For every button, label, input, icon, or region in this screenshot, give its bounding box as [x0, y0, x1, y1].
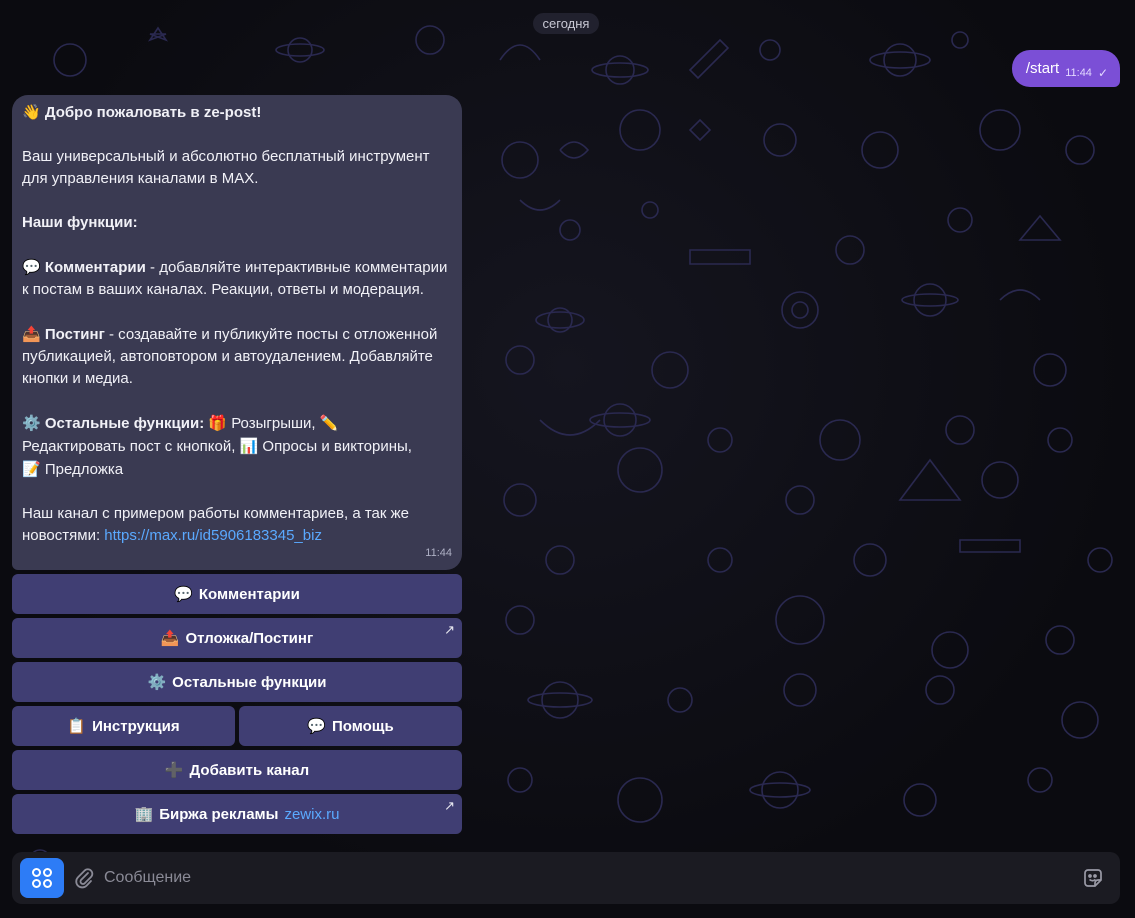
keyboard-button-ad-exchange[interactable]: 🏢 Биржа рекламы zewix.ru ↗	[12, 794, 462, 834]
channel-info: Наш канал с примером работы комментариев…	[22, 503, 452, 547]
apps-button[interactable]	[20, 858, 64, 898]
keyboard-button-label: Отложка/Постинг	[185, 629, 314, 647]
incoming-message[interactable]: 👋 Добро пожаловать в ze-post! Ваш универ…	[12, 95, 462, 570]
keyboard-button-instruction[interactable]: 📋 Инструкция	[12, 706, 235, 746]
outbox-tray-icon: 📤	[22, 325, 41, 343]
keyboard-button-label: Добавить канал	[189, 761, 310, 779]
memo-icon: 📝	[22, 460, 41, 478]
gear-icon: ⚙️	[22, 414, 41, 432]
paperclip-icon[interactable]	[74, 867, 94, 889]
feature-comments-title: Комментарии	[44, 259, 146, 276]
feature-comments: 💬 Комментарии - добавляйте интерактивные…	[22, 256, 452, 301]
feature-other-title: Остальные функции:	[44, 415, 205, 432]
outbox-tray-icon: 📤	[160, 629, 180, 647]
speech-bubble-icon: 💬	[22, 258, 41, 276]
keyboard-button-link: zewix.ru	[284, 805, 340, 823]
features-heading: Наши функции:	[22, 214, 138, 231]
keyboard-button-posting[interactable]: 📤 Отложка/Постинг ↗	[12, 618, 462, 658]
keyboard-button-add-channel[interactable]: ➕ Добавить канал	[12, 750, 462, 790]
keyboard-button-help[interactable]: 💬 Помощь	[239, 706, 462, 746]
waving-hand-icon: 👋	[22, 103, 41, 121]
outgoing-message-text: /start	[1025, 60, 1060, 77]
double-check-icon: ✓	[1097, 65, 1108, 80]
gear-icon: ⚙️	[147, 673, 167, 691]
keyboard-button-label: Инструкция	[92, 717, 180, 735]
feature-other-item-polls: Опросы и викторины,	[258, 438, 412, 455]
message-title-text: Добро пожаловать в ze-post!	[44, 104, 262, 121]
external-link-icon: ↗	[444, 798, 455, 813]
plus-icon: ➕	[164, 761, 184, 779]
outgoing-message-time: 11:44	[1065, 66, 1092, 79]
keyboard-button-label: Помощь	[332, 717, 394, 735]
keyboard-button-other-functions[interactable]: ⚙️ Остальные функции	[12, 662, 462, 702]
sticker-icon[interactable]	[1082, 867, 1104, 889]
bar-chart-icon: 📊	[239, 437, 259, 455]
speech-bubble-icon: 💬	[174, 585, 193, 603]
speech-bubble-icon: 💬	[307, 717, 326, 735]
message-input[interactable]	[104, 864, 1064, 892]
keyboard-button-label: Остальные функции	[172, 673, 327, 691]
feature-posting: 📤 Постинг - создавайте и публикуйте пост…	[22, 323, 452, 390]
keyboard-button-label: Комментарии	[198, 585, 300, 603]
apps-grid-icon	[32, 868, 52, 888]
message-title: 👋 Добро пожаловать в ze-post!	[22, 101, 452, 124]
feature-other-item-edit: Редактировать пост с кнопкой,	[22, 438, 236, 455]
gift-icon: 🎁	[208, 414, 228, 432]
feature-posting-title: Постинг	[44, 326, 105, 343]
feature-other-item-suggest: Предложка	[40, 461, 124, 478]
feature-other: ⚙️ Остальные функции: 🎁 Розыгрыши, ✏️ Ре…	[22, 412, 452, 481]
keyboard-button-comments[interactable]: 💬 Комментарии	[12, 574, 462, 614]
date-separator: сегодня	[533, 13, 599, 34]
incoming-message-time: 11:44	[425, 547, 452, 559]
clipboard-icon: 📋	[67, 717, 87, 735]
office-building-icon: 🏢	[134, 805, 154, 823]
keyboard-button-label: Биржа рекламы	[159, 805, 279, 823]
pencil-icon: ✏️	[319, 414, 339, 432]
feature-other-item-giveaways: Розыгрыши,	[227, 415, 316, 432]
external-link-icon: ↗	[444, 622, 455, 637]
outgoing-message[interactable]: /start 11:44 ✓	[1011, 50, 1120, 87]
message-composer	[12, 852, 1120, 904]
message-intro: Ваш универсальный и абсолютно бесплатный…	[22, 148, 430, 187]
channel-link[interactable]: https://max.ru/id5906183345_biz	[104, 527, 322, 544]
